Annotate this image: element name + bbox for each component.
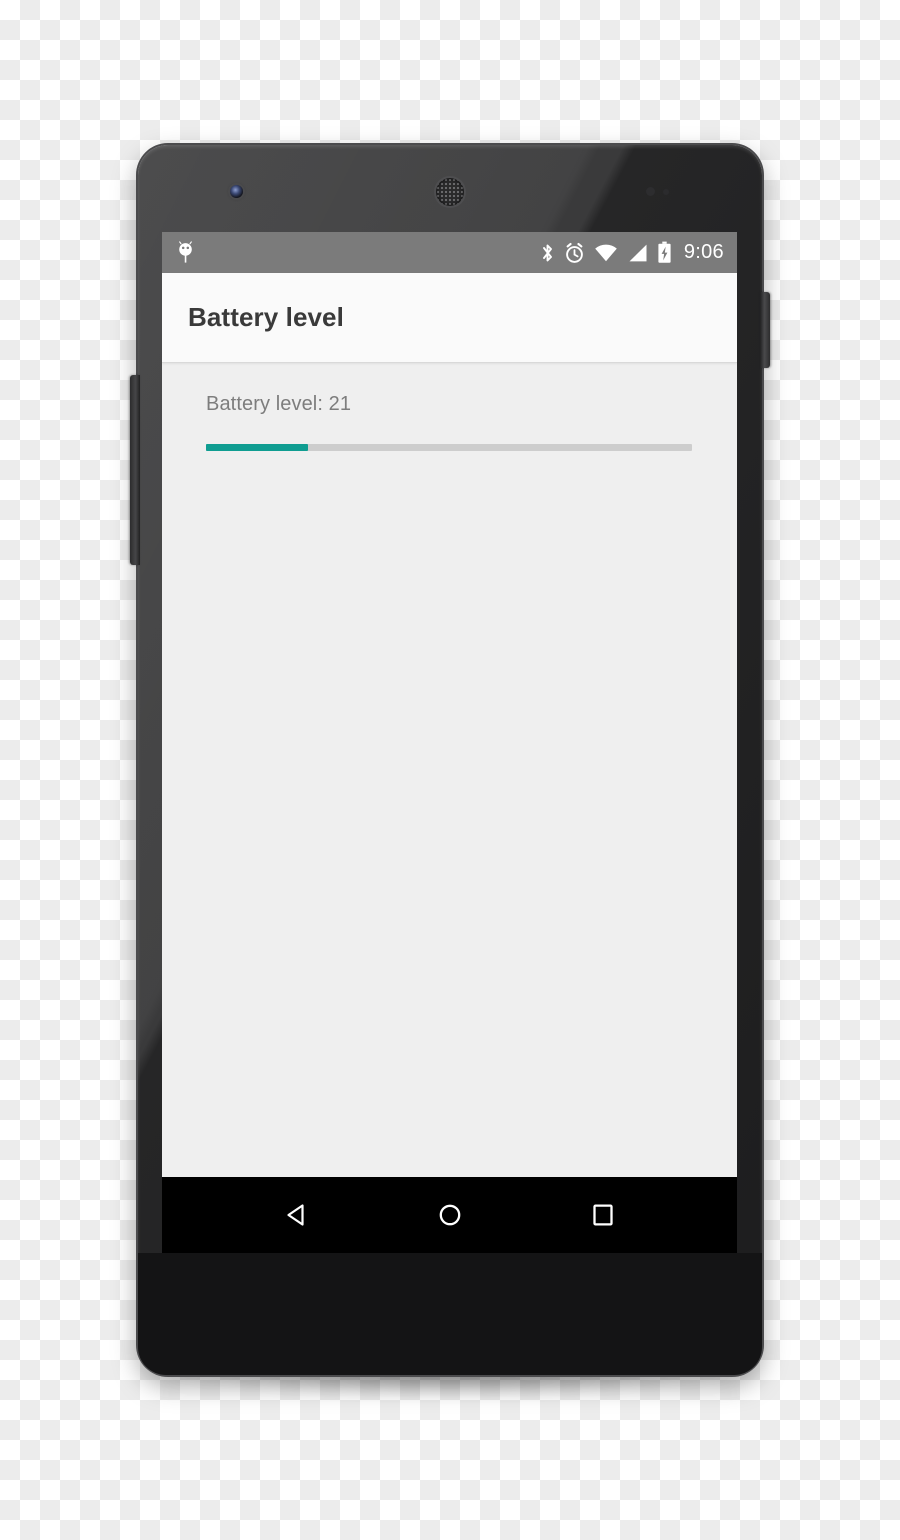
- back-triangle-icon: [286, 1204, 304, 1226]
- battery-level-label: Battery level: 21: [206, 393, 352, 415]
- nav-recents-button[interactable]: [577, 1189, 629, 1241]
- status-bar-icons: 9:06: [540, 241, 724, 264]
- wifi-icon: [594, 242, 618, 264]
- phone-device-frame: 9:06 Battery level Battery level: 21: [130, 145, 770, 1375]
- phone-screen: 9:06 Battery level Battery level: 21: [162, 232, 737, 1253]
- nav-home-button[interactable]: [424, 1189, 476, 1241]
- action-bar: Battery level: [162, 273, 737, 363]
- status-bar-clock: 9:06: [683, 241, 724, 263]
- front-camera: [230, 185, 243, 198]
- alarm-icon: [564, 242, 585, 264]
- volume-rocker-button[interactable]: [130, 375, 140, 565]
- earpiece-speaker: [436, 178, 464, 206]
- battery-progress-fill: [206, 444, 309, 451]
- phone-lower-bezel: [138, 1253, 762, 1375]
- recents-square-icon: [592, 1204, 613, 1226]
- ambient-light-sensor: [663, 189, 669, 195]
- main-content: Battery level: 21: [162, 363, 737, 451]
- home-circle-icon: [439, 1204, 460, 1226]
- navigation-bar: [162, 1177, 737, 1253]
- android-bugdroid-icon: [176, 241, 195, 264]
- nav-back-button[interactable]: [271, 1189, 323, 1241]
- battery-charging-icon: [657, 241, 672, 264]
- page-title: Battery level: [188, 302, 344, 332]
- cellular-signal-icon: [627, 242, 648, 264]
- status-bar[interactable]: 9:06: [162, 232, 737, 273]
- battery-progress-bar: [206, 444, 692, 451]
- power-button[interactable]: [760, 292, 770, 368]
- proximity-sensor: [646, 187, 655, 196]
- bluetooth-icon: [540, 242, 555, 264]
